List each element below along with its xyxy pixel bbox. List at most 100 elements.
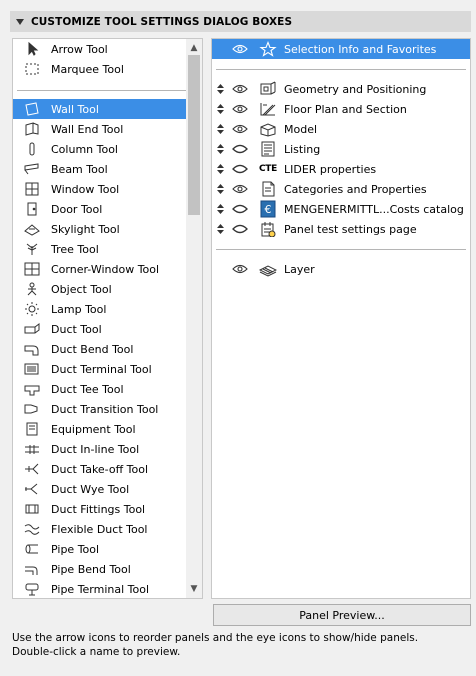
tool-list-divider [17, 90, 187, 91]
panel-list-divider [216, 69, 466, 70]
flexible-duct-icon [21, 521, 43, 537]
panel-preview-button[interactable]: Panel Preview... [213, 604, 471, 626]
tool-item-label: Lamp Tool [51, 302, 107, 316]
panel-item-label: Categories and Properties [284, 182, 427, 196]
tool-item[interactable]: Duct Take-off Tool [13, 459, 187, 479]
corner-window-icon [21, 261, 43, 277]
tool-item[interactable]: Pipe Bend Tool [13, 559, 187, 579]
tool-item[interactable]: Duct Tool [13, 319, 187, 339]
tool-item-label: Pipe Bend Tool [51, 562, 131, 576]
tool-item-label: Duct Transition Tool [51, 402, 159, 416]
svg-text:€: € [265, 203, 272, 216]
tool-item[interactable]: Pipe Terminal Tool [13, 579, 187, 598]
tool-item[interactable]: Lamp Tool [13, 299, 187, 319]
tool-item[interactable]: Column Tool [13, 139, 187, 159]
eye-open-icon[interactable] [231, 124, 249, 134]
tool-item[interactable]: Equipment Tool [13, 419, 187, 439]
tool-item[interactable]: Duct In-line Tool [13, 439, 187, 459]
panel-item[interactable]: Model [212, 119, 470, 139]
eye-open-icon[interactable] [231, 184, 249, 194]
tool-item[interactable]: Marquee Tool [13, 59, 187, 79]
tool-item[interactable]: Wall Tool [13, 99, 187, 119]
tool-item[interactable]: Window Tool [13, 179, 187, 199]
eye-open-icon[interactable] [231, 84, 249, 94]
panel-item[interactable]: € MENGENERMITTL...Costs catalog [212, 199, 470, 219]
panel-item-label: Panel test settings page [284, 222, 417, 236]
tool-item[interactable]: Duct Tee Tool [13, 379, 187, 399]
reorder-arrows-icon[interactable] [215, 84, 225, 94]
duct-transition-icon [21, 401, 43, 417]
duct-fittings-icon [21, 501, 43, 517]
tool-item-label: Flexible Duct Tool [51, 522, 148, 536]
tool-item[interactable]: Duct Bend Tool [13, 339, 187, 359]
tool-item[interactable]: Flexible Duct Tool [13, 519, 187, 539]
eye-closed-icon[interactable] [231, 164, 249, 174]
help-line: Double-click a name to preview. [12, 646, 181, 658]
collapse-triangle-icon[interactable] [16, 18, 24, 25]
object-icon [21, 281, 43, 297]
tool-item[interactable]: Tree Tool [13, 239, 187, 259]
panel-item-label: MENGENERMITTL...Costs catalog [284, 202, 464, 216]
eye-open-icon[interactable] [231, 104, 249, 114]
reorder-arrows-icon[interactable] [215, 144, 225, 154]
tool-item[interactable]: Corner-Window Tool [13, 259, 187, 279]
panel-list[interactable]: Selection Info and Favorites Geometry and… [211, 38, 471, 599]
panel-item[interactable]: Selection Info and Favorites [212, 39, 470, 59]
help-text: Use the arrow icons to reorder panels an… [12, 631, 418, 659]
reorder-arrows-icon[interactable] [215, 184, 225, 194]
scroll-down-icon[interactable]: ▼ [189, 584, 199, 594]
eye-open-icon[interactable] [231, 44, 249, 54]
tool-item-label: Duct Take-off Tool [51, 462, 149, 476]
duct-wye-icon [21, 481, 43, 497]
tool-item[interactable]: Skylight Tool [13, 219, 187, 239]
reorder-arrows-icon[interactable] [215, 124, 225, 134]
duct-bend-icon [21, 341, 43, 357]
panel-item[interactable]: Panel test settings page [212, 219, 470, 239]
costs-catalog-icon: € [257, 200, 279, 218]
reorder-arrows-icon[interactable] [215, 164, 225, 174]
tool-item-label: Beam Tool [51, 162, 108, 176]
reorder-arrows-icon[interactable] [215, 224, 225, 234]
tool-item[interactable]: Door Tool [13, 199, 187, 219]
tool-item-label: Tree Tool [51, 242, 99, 256]
tool-item[interactable]: Arrow Tool [13, 39, 187, 59]
tool-item-label: Duct In-line Tool [51, 442, 140, 456]
tool-list[interactable]: Arrow Tool Marquee Tool Wall Tool Wall End … [12, 38, 203, 599]
tool-item[interactable]: Duct Wye Tool [13, 479, 187, 499]
tool-item[interactable]: Beam Tool [13, 159, 187, 179]
panel-item[interactable]: CTE LIDER properties [212, 159, 470, 179]
panel-item[interactable]: Layer [212, 259, 470, 279]
column-icon [21, 141, 43, 157]
panel-item[interactable]: Categories and Properties [212, 179, 470, 199]
eye-closed-icon[interactable] [231, 204, 249, 214]
scroll-up-icon[interactable]: ▲ [189, 43, 199, 53]
panel-item-label: LIDER properties [284, 162, 377, 176]
tool-item-label: Skylight Tool [51, 222, 120, 236]
tool-item[interactable]: Pipe Tool [13, 539, 187, 559]
tool-item[interactable]: Object Tool [13, 279, 187, 299]
lamp-icon [21, 301, 43, 317]
wall-icon [21, 101, 43, 117]
panel-item[interactable]: Floor Plan and Section [212, 99, 470, 119]
tool-item-label: Wall End Tool [51, 122, 124, 136]
tool-item[interactable]: Duct Transition Tool [13, 399, 187, 419]
duct-tee-icon [21, 381, 43, 397]
tool-item-label: Duct Terminal Tool [51, 362, 152, 376]
section-title: CUSTOMIZE TOOL SETTINGS DIALOG BOXES [31, 15, 293, 28]
panel-item[interactable]: Listing [212, 139, 470, 159]
section-header[interactable]: CUSTOMIZE TOOL SETTINGS DIALOG BOXES [10, 11, 471, 32]
panel-item[interactable]: Geometry and Positioning [212, 79, 470, 99]
tool-list-scrollbar[interactable]: ▲ ▼ [186, 39, 202, 598]
eye-closed-icon[interactable] [231, 224, 249, 234]
reorder-arrows-icon[interactable] [215, 104, 225, 114]
eye-closed-icon[interactable] [231, 144, 249, 154]
eye-open-icon[interactable] [231, 264, 249, 274]
tool-item-label: Wall Tool [51, 102, 99, 116]
panel-list-divider [216, 249, 466, 250]
wall-end-icon [21, 121, 43, 137]
scroll-thumb[interactable] [188, 55, 200, 215]
tool-item[interactable]: Duct Fittings Tool [13, 499, 187, 519]
reorder-arrows-icon[interactable] [215, 204, 225, 214]
tool-item[interactable]: Duct Terminal Tool [13, 359, 187, 379]
tool-item[interactable]: Wall End Tool [13, 119, 187, 139]
